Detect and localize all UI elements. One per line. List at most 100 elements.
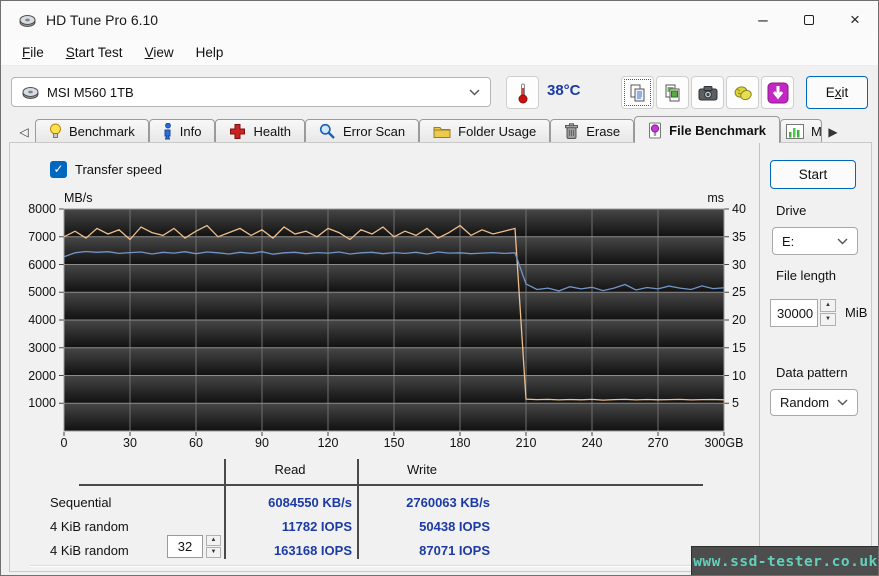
x-axis-tick: 30 [123,436,137,450]
file-benchmark-icon [648,122,662,139]
health-cross-icon [229,123,246,140]
copy-text-icon [628,83,648,103]
tab-label: Benchmark [69,124,135,139]
queue-depth-down-button[interactable]: ▼ [206,547,221,558]
queue-depth-up-button[interactable]: ▲ [206,535,221,546]
sequential-read-value: 6084550 KB/s [268,495,352,510]
row-label-4kib-random: 4 KiB random [50,519,129,534]
start-button[interactable]: Start [770,160,856,189]
y-axis-left-tick: 8000 [28,202,56,216]
tab-benchmark[interactable]: Benchmark [35,119,149,143]
drive-dropdown-value: E: [782,233,795,249]
tab-folder-usage[interactable]: Folder Usage [419,119,551,143]
file-length-input[interactable]: 30000 [770,299,818,327]
thermometer-icon [517,82,529,104]
copy-image-button[interactable] [656,76,689,109]
y-axis-right-tick: 20 [732,313,746,327]
menu-item-file[interactable]: File [11,45,55,60]
tab-scroll-left-icon[interactable]: ◁ [13,125,35,143]
tab-label: Error Scan [343,124,406,139]
drive-label: Drive [776,203,807,218]
minimize-button[interactable]: – [740,1,786,39]
menu-item-start-test[interactable]: Start Test [55,45,134,60]
sequential-write-value: 2760063 KB/s [406,495,490,510]
row-label-4kib-random-qd: 4 KiB random [50,543,129,558]
tab-label: Erase [586,124,621,139]
tab-info[interactable]: Info [148,119,216,143]
y-axis-right-tick: 25 [732,285,746,300]
y-axis-right-tick: 30 [732,257,746,272]
drive-dropdown[interactable]: E: [772,227,858,255]
tab-scroll-right-icon[interactable]: ▶ [822,125,844,143]
write-column-header: Write [406,462,438,477]
x-axis-tick: 210 [515,436,537,450]
x-axis-tick: 60 [189,436,203,450]
screenshot-button[interactable] [691,76,724,109]
y-axis-right-tick: 40 [732,202,746,216]
download-icon [767,82,789,104]
queue-depth-input[interactable]: 32 [167,535,203,558]
tab-bar: ◁ Benchmark Info Health Error Scan Folder Us… [1,116,878,143]
data-pattern-value: Random [780,395,830,410]
chevron-down-icon [469,89,480,96]
app-window: HD Tune Pro 6.10 – × File Start Test View H… [0,0,879,576]
random-qd-write-value: 87071 IOPS [419,543,490,558]
tab-health[interactable]: Health [215,119,306,143]
file-benchmark-page: ✓ Transfer speed MB/s ms 8000 7000 6000 500… [9,142,872,572]
transfer-speed-chart [59,208,729,436]
maximize-icon [804,15,814,25]
exit-button[interactable]: Ex it [806,76,868,109]
y-axis-left-tick: 2000 [28,368,56,383]
tab-m-[interactable]: M. [780,119,822,143]
header-divider [79,484,703,486]
watermark: www.ssd-tester.co.uk [691,546,878,575]
y-axis-left-tick: 5000 [28,285,56,300]
x-axis-tick: 120 [317,436,339,450]
x-axis-tick: 150 [383,436,405,450]
temperature-button[interactable] [506,76,539,109]
tab-erase[interactable]: Erase [550,119,635,143]
chevron-down-icon [837,399,848,406]
data-pattern-dropdown[interactable]: Random [770,389,858,416]
file-length-down-button[interactable]: ▼ [820,313,836,326]
y-axis-left-label: MB/s [64,191,93,205]
copy-text-button[interactable] [621,76,654,109]
row-label-sequential: Sequential [50,495,112,510]
tab-label: M. [811,124,822,139]
y-axis-left-tick: 1000 [28,396,56,411]
window-title: HD Tune Pro 6.10 [46,12,159,28]
hand-icon [733,84,753,102]
y-axis-left-tick: 3000 [28,340,56,355]
y-axis-right-tick: 15 [732,340,746,355]
download-button[interactable] [761,76,794,109]
app-disk-icon [19,13,36,28]
random-read-value: 11782 IOPS [281,519,352,534]
y-axis-right-tick: 10 [732,368,746,383]
y-axis-left-tick: 6000 [28,257,56,272]
info-icon [163,123,173,140]
tab-label: Info [179,124,202,139]
toolbar: MSI M560 1TB 38°C Ex it [1,67,878,116]
maximize-button[interactable] [786,1,832,39]
bottom-divider [30,565,760,566]
close-button[interactable]: × [832,1,878,39]
x-axis-tick: 90 [255,436,269,450]
random-write-value: 50438 IOPS [419,519,490,534]
random-qd-read-value: 163168 IOPS [273,543,352,558]
file-length-unit: MiB [845,305,868,320]
y-axis-right-label: ms [707,191,724,205]
menu-item-view[interactable]: View [134,45,185,60]
screenshot-icon [698,85,718,101]
tab-file-benchmark[interactable]: File Benchmark [634,116,780,143]
tab-error-scan[interactable]: Error Scan [305,119,420,143]
hand-button[interactable] [726,76,759,109]
menu-item-help[interactable]: Help [185,45,235,60]
file-length-label: File length [776,268,836,283]
file-length-up-button[interactable]: ▲ [820,299,836,312]
transfer-speed-checkbox[interactable]: ✓ [50,161,67,178]
drive-selector[interactable]: MSI M560 1TB [11,77,491,107]
drive-selector-value: MSI M560 1TB [47,84,134,100]
x-axis-tick: 180 [449,436,471,450]
x-axis-tick: 300GB [704,436,744,450]
y-axis-right-tick: 35 [732,229,746,244]
